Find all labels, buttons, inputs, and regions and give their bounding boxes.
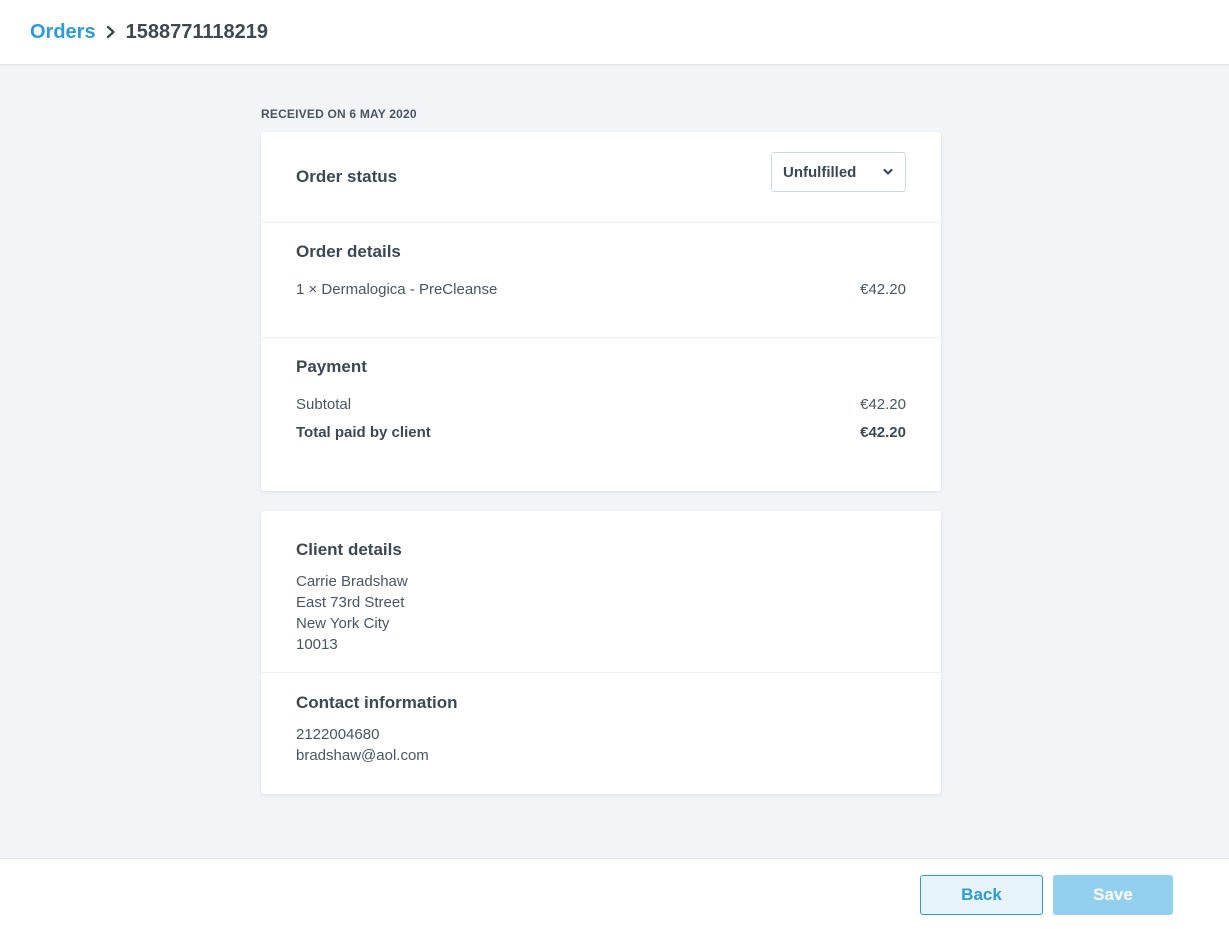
breadcrumb-current-order: 1588771118219 bbox=[125, 20, 268, 43]
received-date-label: RECEIVED ON 6 MAY 2020 bbox=[261, 107, 417, 121]
back-button[interactable]: Back bbox=[920, 875, 1043, 915]
payment-section: Payment Subtotal €42.20 Total paid by cl… bbox=[261, 338, 941, 491]
client-street: East 73rd Street bbox=[296, 594, 405, 611]
order-details-section: Order details 1 × Dermalogica - PreClean… bbox=[261, 223, 941, 338]
client-address: Carrie Bradshaw East 73rd Street New Yor… bbox=[296, 571, 906, 655]
contact-email: bradshaw@aol.com bbox=[296, 747, 429, 764]
contact-information-title: Contact information bbox=[296, 693, 458, 712]
order-content: RECEIVED ON 6 MAY 2020 Order status Unfu… bbox=[261, 100, 941, 794]
footer-bar: Back Save bbox=[0, 858, 1229, 929]
subtotal-label: Subtotal bbox=[296, 396, 352, 413]
contact-phone: 2122004680 bbox=[296, 726, 380, 743]
order-status-title: Order status bbox=[296, 167, 398, 186]
client-card: Client details Carrie Bradshaw East 73rd… bbox=[261, 511, 941, 794]
top-bar: Orders 1588771118219 bbox=[0, 0, 1229, 65]
breadcrumb: Orders 1588771118219 bbox=[30, 21, 268, 44]
client-details-title: Client details bbox=[296, 540, 402, 559]
subtotal-row: Subtotal €42.20 bbox=[296, 396, 906, 413]
total-row: Total paid by client €42.20 bbox=[296, 424, 906, 441]
chevron-down-icon bbox=[883, 168, 893, 176]
save-button[interactable]: Save bbox=[1053, 875, 1173, 915]
contact-information-section: Contact information 2122004680 bradshaw@… bbox=[261, 673, 941, 794]
payment-title: Payment bbox=[296, 357, 367, 376]
subtotal-value: €42.20 bbox=[860, 396, 906, 413]
client-postcode: 10013 bbox=[296, 636, 338, 653]
order-item-row: 1 × Dermalogica - PreCleanse €42.20 bbox=[296, 281, 906, 298]
total-value: €42.20 bbox=[860, 424, 906, 441]
client-details-section: Client details Carrie Bradshaw East 73rd… bbox=[261, 511, 941, 673]
order-status-section: Order status Unfulfilled bbox=[261, 132, 941, 223]
breadcrumb-orders-link[interactable]: Orders bbox=[30, 21, 96, 44]
order-status-select[interactable]: Unfulfilled bbox=[771, 152, 906, 192]
order-item-price: €42.20 bbox=[860, 281, 906, 298]
client-city: New York City bbox=[296, 615, 390, 632]
order-status-value: Unfulfilled bbox=[783, 163, 857, 181]
order-details-title: Order details bbox=[296, 242, 401, 261]
total-label: Total paid by client bbox=[296, 424, 431, 441]
order-item-description: 1 × Dermalogica - PreCleanse bbox=[296, 281, 498, 298]
client-name: Carrie Bradshaw bbox=[296, 573, 408, 590]
chevron-right-icon bbox=[104, 25, 118, 39]
order-card: Order status Unfulfilled Order details 1… bbox=[261, 132, 941, 491]
contact-lines: 2122004680 bradshaw@aol.com bbox=[296, 724, 906, 766]
